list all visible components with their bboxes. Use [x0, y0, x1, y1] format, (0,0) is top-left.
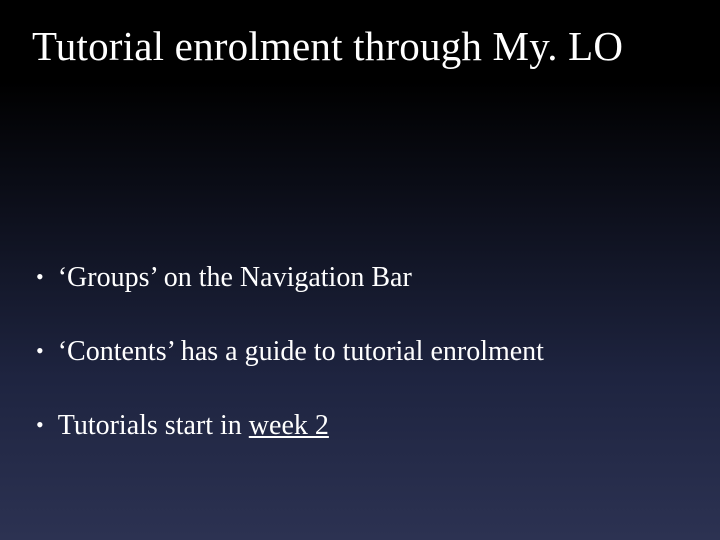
bullet-icon: •	[36, 266, 44, 288]
bullet-text-main: Tutorials start in	[58, 410, 249, 441]
bullet-text-main: ‘Contents’ has a guide to tutorial enrol…	[58, 336, 544, 367]
bullet-text-underline: week 2	[249, 410, 329, 441]
list-item: • ‘Groups’ on the Navigation Bar	[36, 262, 690, 294]
bullet-text-main: ‘Groups’ on the Navigation Bar	[58, 262, 412, 293]
bullet-text: ‘Groups’ on the Navigation Bar	[58, 262, 412, 294]
list-item: • Tutorials start in week 2	[36, 410, 690, 442]
bullet-text: Tutorials start in week 2	[58, 410, 329, 442]
bullet-icon: •	[36, 414, 44, 436]
bullet-icon: •	[36, 340, 44, 362]
bullet-text: ‘Contents’ has a guide to tutorial enrol…	[58, 336, 544, 368]
bullet-list: • ‘Groups’ on the Navigation Bar • ‘Cont…	[36, 262, 690, 484]
slide-title: Tutorial enrolment through My. LO	[0, 0, 720, 70]
list-item: • ‘Contents’ has a guide to tutorial enr…	[36, 336, 690, 368]
slide: Tutorial enrolment through My. LO • ‘Gro…	[0, 0, 720, 540]
